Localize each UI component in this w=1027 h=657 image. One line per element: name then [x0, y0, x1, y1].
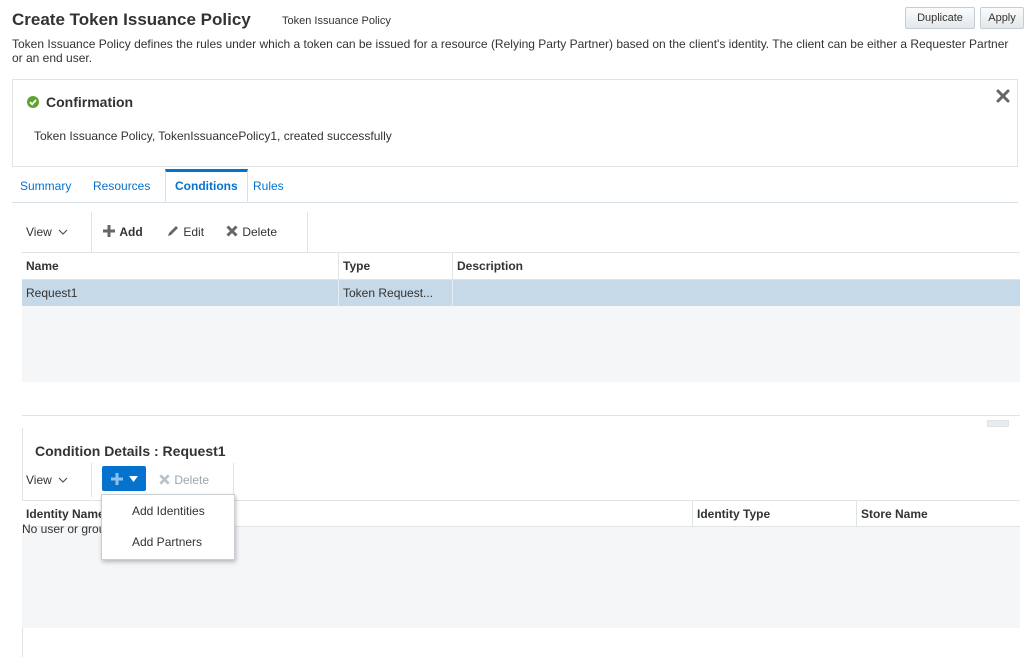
row-type: Token Request...	[339, 280, 453, 306]
row-description	[453, 280, 1020, 306]
delete-label: Delete	[242, 225, 278, 239]
pencil-icon	[168, 226, 178, 236]
view-menu[interactable]: View	[26, 212, 68, 252]
confirmation-title: Confirmation	[46, 94, 134, 110]
column-header-name[interactable]: Name	[22, 253, 339, 279]
view-label: View	[26, 225, 52, 239]
column-header-identity-type[interactable]: Identity Type	[693, 501, 857, 527]
delete-label: Delete	[174, 473, 210, 487]
add-condition-button[interactable]: Add	[102, 212, 143, 252]
delete-x-icon	[159, 474, 170, 485]
delete-condition-button[interactable]: Delete	[225, 212, 277, 252]
toolbar-separator	[91, 212, 92, 252]
conditions-toolbar: View Add Edit Delete	[22, 212, 308, 252]
table-row[interactable]: Request1 Token Request...	[22, 280, 1020, 306]
add-label: Add	[119, 225, 143, 239]
details-toolbar: View Delete	[22, 463, 234, 497]
tab-conditions[interactable]: Conditions	[165, 169, 248, 202]
plus-icon	[111, 473, 123, 485]
panel-splitter[interactable]	[22, 415, 1020, 416]
menu-item-add-identities[interactable]: Add Identities	[102, 496, 234, 526]
menu-item-add-partners[interactable]: Add Partners	[102, 527, 234, 557]
row-name: Request1	[22, 280, 339, 306]
check-circle-icon	[27, 96, 39, 108]
page-title: Create Token Issuance Policy	[12, 10, 251, 29]
toolbar-separator	[233, 463, 234, 497]
add-menu-button[interactable]	[102, 466, 146, 491]
table-header: Name Type Description	[22, 252, 1020, 280]
apply-button[interactable]: Apply	[980, 7, 1024, 29]
toolbar-separator	[91, 463, 92, 497]
tab-bar: Summary Resources Conditions Rules	[12, 169, 1018, 203]
toolbar-separator	[307, 212, 308, 252]
tab-summary[interactable]: Summary	[20, 170, 71, 202]
column-header-type[interactable]: Type	[339, 253, 453, 279]
delete-x-icon	[226, 225, 238, 237]
confirmation-message: Token Issuance Policy, TokenIssuancePoli…	[34, 129, 392, 143]
conditions-table: Name Type Description Request1 Token Req…	[22, 252, 1020, 382]
page-description: Token Issuance Policy defines the rules …	[12, 37, 1009, 65]
delete-identity-button[interactable]: Delete	[158, 463, 209, 497]
tab-rules[interactable]: Rules	[253, 170, 284, 202]
empty-table-message: No user or group	[22, 522, 113, 536]
condition-details-title: Condition Details : Request1	[35, 443, 226, 459]
duplicate-button[interactable]: Duplicate	[905, 7, 975, 29]
column-header-description[interactable]: Description	[453, 253, 1020, 279]
splitter-handle[interactable]	[987, 420, 1009, 427]
plus-icon	[103, 225, 115, 237]
caret-down-icon	[129, 476, 138, 482]
add-dropdown-menu: Add Identities Add Partners	[101, 494, 235, 560]
chevron-down-icon	[58, 477, 68, 483]
close-icon[interactable]	[995, 88, 1011, 104]
page-subtitle: Token Issuance Policy	[282, 15, 391, 27]
edit-label: Edit	[183, 225, 205, 239]
view-label: View	[26, 473, 52, 487]
tab-resources[interactable]: Resources	[93, 170, 150, 202]
confirmation-panel: Confirmation Token Issuance Policy, Toke…	[12, 79, 1018, 167]
chevron-down-icon	[58, 229, 68, 235]
details-view-menu[interactable]: View	[26, 463, 68, 497]
edit-condition-button[interactable]: Edit	[166, 212, 204, 252]
column-header-store-name[interactable]: Store Name	[857, 501, 1020, 527]
